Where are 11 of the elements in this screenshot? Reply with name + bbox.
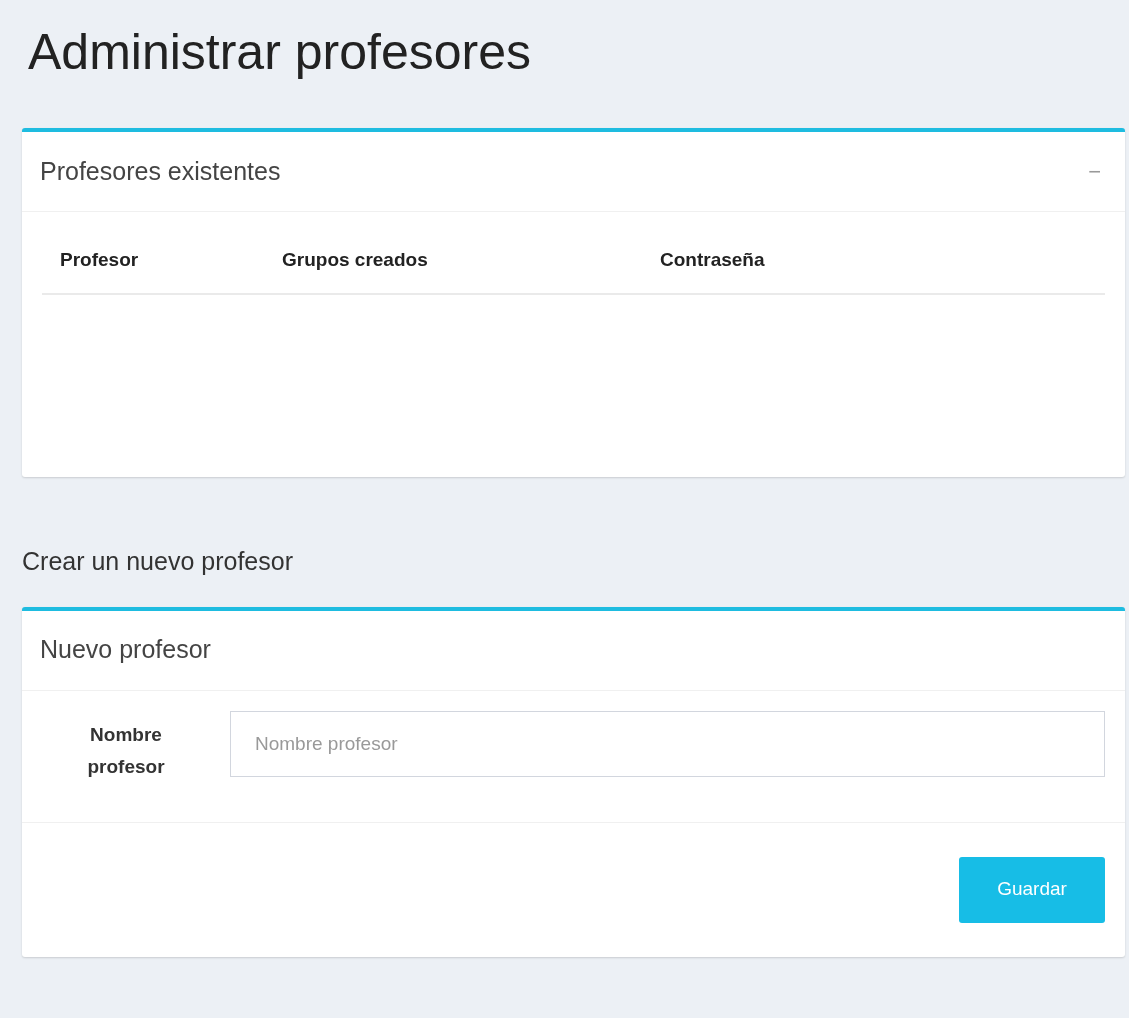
page-title: Administrar profesores bbox=[28, 23, 532, 82]
save-button[interactable]: Guardar bbox=[959, 856, 1105, 923]
column-header: Grupos creados bbox=[282, 248, 429, 272]
name-input-field[interactable]: Nombre profesor bbox=[230, 710, 1105, 777]
card-title: Profesores existentes bbox=[40, 155, 281, 187]
card-title: Nuevo profesor bbox=[40, 634, 211, 666]
section-title: Crear un nuevo profesor bbox=[22, 546, 294, 577]
column-header: Profesor bbox=[60, 248, 140, 272]
collapse-button[interactable]: − bbox=[1082, 155, 1107, 188]
column-header: Contraseña bbox=[660, 248, 766, 272]
field-label: Nombre profesor bbox=[86, 722, 166, 779]
